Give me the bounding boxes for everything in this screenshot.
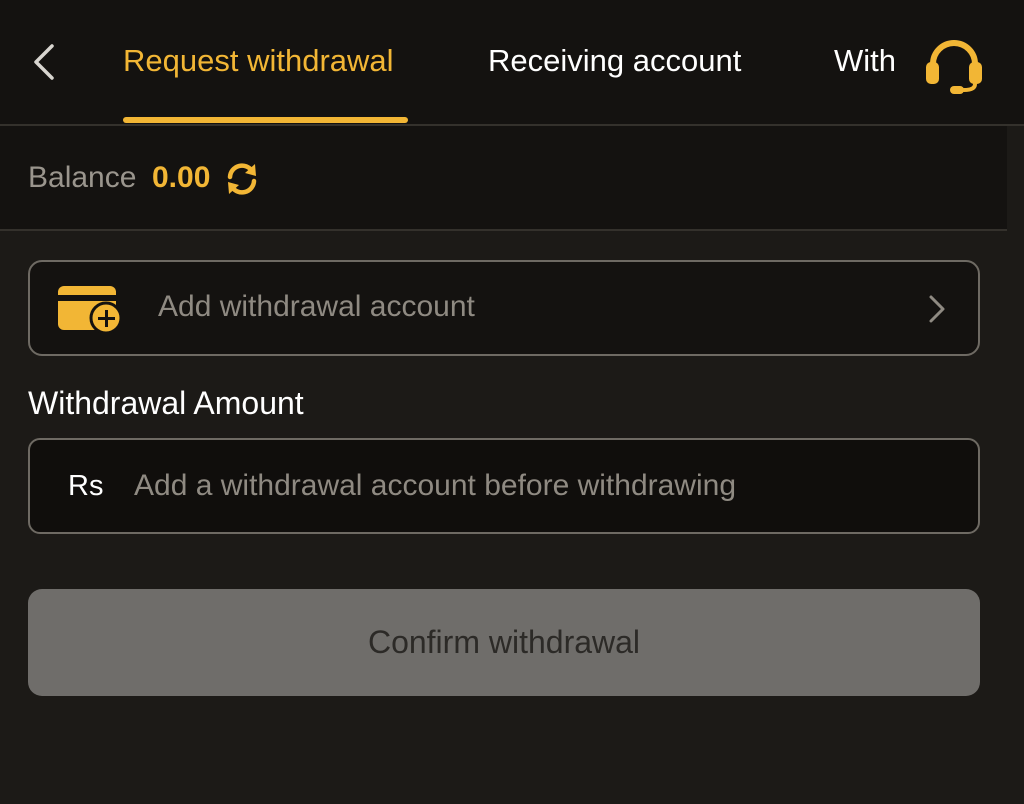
balance-value: 0.00: [152, 161, 211, 194]
withdrawal-amount-field: Rs: [28, 438, 980, 534]
add-withdrawal-account-label: Add withdrawal account: [158, 290, 475, 323]
currency-label: Rs: [68, 470, 104, 502]
back-button[interactable]: [22, 40, 66, 84]
balance-bar: Balance 0.00: [0, 126, 1007, 231]
active-tab-indicator: [123, 117, 408, 123]
chevron-left-icon: [34, 44, 54, 80]
tab-strip: Request withdrawal Receiving account Wit…: [0, 0, 896, 124]
withdrawal-amount-label: Withdrawal Amount: [28, 385, 304, 421]
customer-support-button[interactable]: [920, 34, 988, 96]
balance-label: Balance: [28, 161, 137, 194]
withdrawal-amount-input[interactable]: [134, 460, 954, 512]
top-nav-bar: Request withdrawal Receiving account Wit…: [0, 0, 1024, 126]
chevron-right-icon: [929, 295, 945, 323]
refresh-icon[interactable]: [224, 161, 260, 197]
wallet-add-icon: [58, 286, 123, 335]
tab-request-withdrawal[interactable]: Request withdrawal: [123, 40, 394, 82]
add-withdrawal-account-button[interactable]: Add withdrawal account: [28, 260, 980, 356]
confirm-withdrawal-button[interactable]: Confirm withdrawal: [28, 589, 980, 696]
tab-receiving-account[interactable]: Receiving account: [488, 40, 741, 82]
headset-icon: [926, 40, 982, 94]
tab-withdrawal-history[interactable]: Withdrawal history: [834, 40, 896, 82]
